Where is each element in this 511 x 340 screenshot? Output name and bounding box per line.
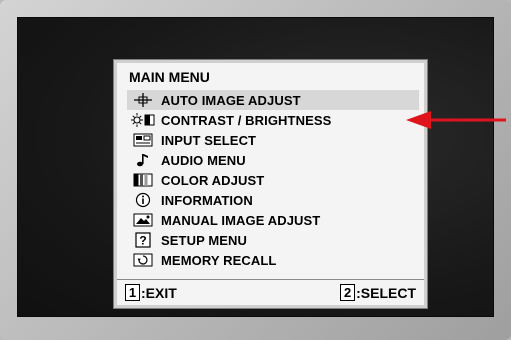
menu-item-label: AUTO IMAGE ADJUST <box>161 92 301 108</box>
sun-contrast-icon <box>131 112 155 128</box>
key-2-badge: 2 <box>340 284 356 301</box>
exit-label: :EXIT <box>141 284 177 301</box>
menu-item-label: AUDIO MENU <box>161 152 246 168</box>
svg-text:?: ? <box>139 234 146 248</box>
menu-item-audio-menu[interactable]: AUDIO MENU <box>127 150 419 170</box>
menu-item-information[interactable]: INFORMATION <box>127 190 419 210</box>
red-arrow-pointer <box>406 111 506 129</box>
osd-footer: 1 :EXIT 2 :SELECT <box>117 279 424 305</box>
osd-main-menu: MAIN MENU AUTO IMAGE ADJUST CONTRAST / B… <box>113 59 428 309</box>
menu-title: MAIN MENU <box>129 69 210 85</box>
select-label: :SELECT <box>356 284 416 301</box>
monitor-screen: MAIN MENU AUTO IMAGE ADJUST CONTRAST / B… <box>17 17 494 317</box>
input-screens-icon <box>131 132 155 148</box>
select-button[interactable]: 2 :SELECT <box>340 284 416 301</box>
menu-item-label: MEMORY RECALL <box>161 252 277 268</box>
menu-item-input-select[interactable]: INPUT SELECT <box>127 130 419 150</box>
question-box-icon: ? <box>131 232 155 248</box>
exit-button[interactable]: 1 :EXIT <box>125 284 177 301</box>
menu-item-label: COLOR ADJUST <box>161 172 265 188</box>
menu-item-label: CONTRAST / BRIGHTNESS <box>161 112 332 128</box>
menu-item-label: INPUT SELECT <box>161 132 257 148</box>
color-bars-icon <box>131 172 155 188</box>
info-icon <box>131 192 155 208</box>
menu-item-memory-recall[interactable]: MEMORY RECALL <box>127 250 419 270</box>
menu-item-label: INFORMATION <box>161 192 253 208</box>
crosshair-icon <box>131 92 155 108</box>
menu-item-label: MANUAL IMAGE ADJUST <box>161 212 321 228</box>
menu-item-label: SETUP MENU <box>161 232 247 248</box>
music-note-icon <box>131 152 155 168</box>
menu-item-contrast-brightness[interactable]: CONTRAST / BRIGHTNESS <box>127 110 419 130</box>
menu-list: AUTO IMAGE ADJUST CONTRAST / BRIGHTNESS … <box>127 90 419 270</box>
menu-item-manual-image-adjust[interactable]: MANUAL IMAGE ADJUST <box>127 210 419 230</box>
manual-adjust-icon <box>131 212 155 228</box>
key-1-badge: 1 <box>125 284 140 301</box>
menu-item-setup-menu[interactable]: ? SETUP MENU <box>127 230 419 250</box>
memory-recall-icon <box>131 252 155 268</box>
menu-item-auto-image-adjust[interactable]: AUTO IMAGE ADJUST <box>127 90 419 110</box>
menu-item-color-adjust[interactable]: COLOR ADJUST <box>127 170 419 190</box>
